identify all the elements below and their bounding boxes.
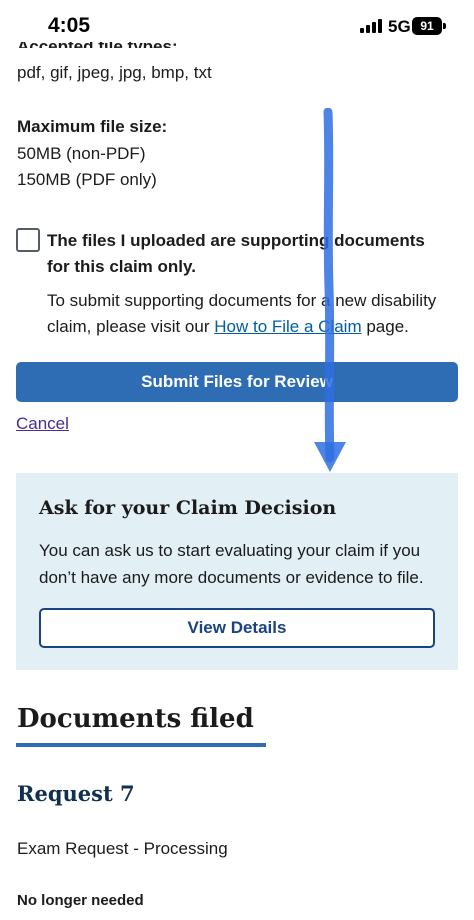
signal-icon: [360, 19, 382, 33]
request-title: Request 7: [17, 781, 135, 806]
view-details-button[interactable]: View Details: [39, 608, 435, 648]
request-note: No longer needed: [17, 892, 144, 909]
battery-icon: 91: [412, 17, 442, 35]
battery-tip: [443, 23, 446, 29]
hint-suffix: page.: [361, 317, 409, 336]
submit-files-button[interactable]: Submit Files for Review: [16, 362, 458, 402]
cancel-link[interactable]: Cancel: [16, 411, 69, 437]
request-status: Exam Request - Processing: [17, 839, 228, 858]
documents-filed-heading: Documents filed: [17, 704, 254, 734]
heading-underline: [16, 743, 266, 747]
max-size-label: Maximum file size:: [17, 117, 168, 136]
max-size-non-pdf: 50MB (non-PDF): [17, 144, 146, 163]
how-to-file-claim-link[interactable]: How to File a Claim: [214, 317, 361, 336]
status-time: 4:05: [48, 14, 91, 37]
accepted-types-value: pdf, gif, jpeg, jpg, bmp, txt: [17, 63, 212, 82]
checkbox-label[interactable]: The files I uploaded are supporting docu…: [47, 228, 447, 280]
network-type: 5G: [388, 17, 411, 36]
claim-decision-panel: Ask for your Claim Decision You can ask …: [16, 473, 458, 670]
claim-decision-body: You can ask us to start evaluating your …: [39, 541, 424, 587]
supporting-docs-checkbox[interactable]: [16, 228, 40, 252]
checkbox-hint: To submit supporting documents for a new…: [47, 288, 457, 340]
claim-decision-title: Ask for your Claim Decision: [39, 497, 337, 519]
max-size-pdf: 150MB (PDF only): [17, 170, 157, 189]
